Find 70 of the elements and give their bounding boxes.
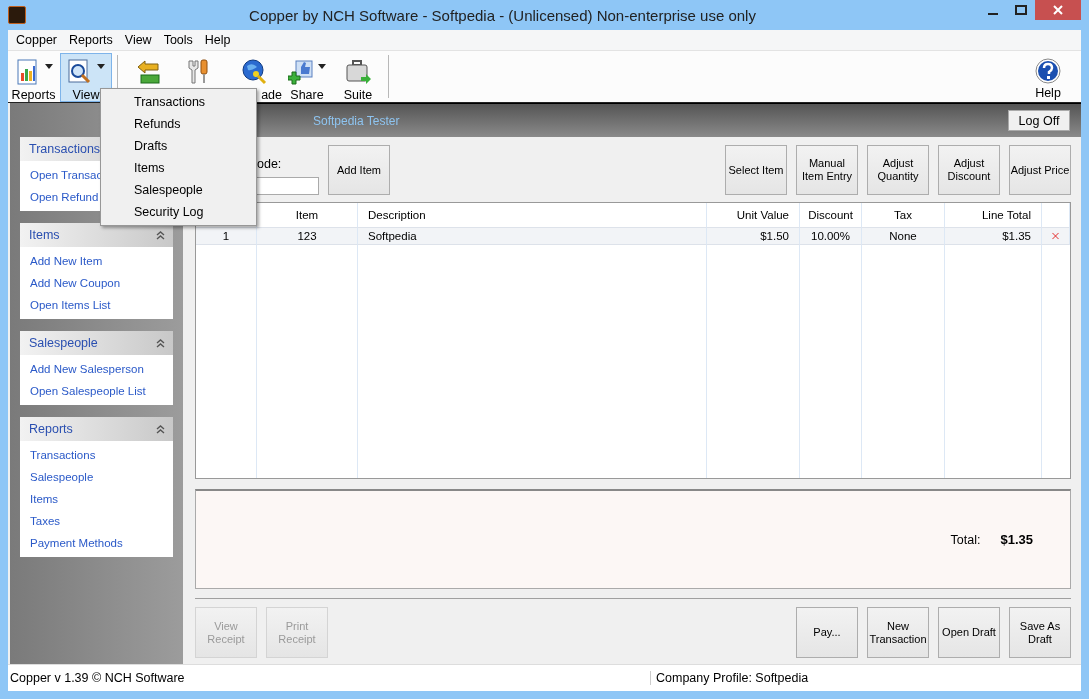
menu-option[interactable]: Salespeople	[101, 179, 256, 201]
sidebar-link[interactable]: Add New Salesperson	[30, 361, 163, 377]
wrench-screwdriver-icon	[185, 58, 211, 86]
app-icon	[8, 6, 26, 24]
toolbar-button[interactable]: Reports	[10, 53, 57, 102]
menu-item[interactable]: Reports	[63, 33, 119, 47]
menu-item[interactable]: Tools	[157, 33, 199, 47]
panel-title: Transactions	[29, 142, 101, 156]
toolbar-button[interactable]: Suite	[333, 53, 383, 102]
action-button[interactable]: Manual Item Entry	[796, 145, 858, 195]
footer-button[interactable]: New Transaction	[867, 607, 929, 658]
minimize-icon	[988, 12, 998, 15]
sidebar-link[interactable]: Open Salespeople List	[30, 383, 163, 399]
maximize-icon	[1015, 5, 1027, 15]
sidebar-link[interactable]: Open Items List	[30, 297, 163, 313]
panel-title: Items	[29, 228, 60, 242]
sidebar-link[interactable]: Add New Item	[30, 253, 163, 269]
sidebar-link[interactable]: Payment Methods	[30, 535, 163, 551]
sidebar-link[interactable]: Transactions	[30, 447, 163, 463]
status-text: Company Profile: Softpedia	[655, 671, 810, 685]
menu-option[interactable]: Refunds	[101, 113, 256, 135]
action-button[interactable]: Adjust Price	[1009, 145, 1071, 195]
table-cell: 10.00%	[800, 227, 862, 245]
panel-title: Salespeople	[29, 336, 98, 350]
footer-button[interactable]: Open Draft	[938, 607, 1000, 658]
close-icon	[1053, 5, 1063, 15]
sidebar-link[interactable]: Items	[30, 491, 163, 507]
action-button[interactable]: Select Item	[725, 145, 787, 195]
total-label: Total:	[950, 532, 981, 547]
panel-header[interactable]: Reports	[20, 417, 173, 441]
money-arrow-icon	[136, 58, 162, 86]
table-cell: $1.50	[707, 227, 800, 245]
caret-icon	[44, 64, 53, 69]
log-off-button[interactable]: Log Off	[1008, 110, 1070, 131]
sidebar-link[interactable]: Taxes	[30, 513, 163, 529]
globe-key-icon	[239, 58, 268, 86]
user-name: Softpedia Tester	[313, 113, 400, 128]
panel-title: Reports	[29, 422, 73, 436]
total-value: $1.35	[1000, 532, 1033, 547]
panel-header[interactable]: Items	[20, 223, 173, 247]
table-cell: 123	[257, 227, 358, 245]
table-cell: Softpedia	[358, 227, 707, 245]
status-text: Copper v 1.39 © NCH Software	[8, 671, 651, 685]
sidebar-link[interactable]: Add New Coupon	[30, 275, 163, 291]
action-button[interactable]: Adjust Quantity	[867, 145, 929, 195]
thumbs-up-plus-icon	[288, 58, 314, 86]
document-search-icon	[67, 58, 93, 86]
help-button[interactable]: Help	[1023, 53, 1073, 102]
toolbar-button[interactable]: View	[60, 53, 112, 102]
close-button[interactable]	[1035, 0, 1081, 20]
menu-item[interactable]: View	[118, 33, 158, 47]
action-button[interactable]: Adjust Discount	[938, 145, 1000, 195]
footer-button[interactable]: Save As Draft	[1009, 607, 1071, 658]
help-icon	[1035, 58, 1061, 84]
table-cell: 1	[196, 227, 257, 245]
sidebar-link[interactable]: Salespeople	[30, 469, 163, 485]
panel-header[interactable]: Salespeople	[20, 331, 173, 355]
add-item-button[interactable]: Add Item	[328, 145, 390, 195]
caret-icon	[97, 64, 105, 69]
table-cell: $1.35	[945, 227, 1042, 245]
menu-item[interactable]: Help	[198, 33, 237, 47]
toolbar-button[interactable]: Share	[284, 53, 330, 102]
footer-button[interactable]: Pay...	[796, 607, 858, 658]
briefcase-icon	[344, 58, 372, 86]
window-title: Copper by NCH Software - Softpedia - (Unlicensed) Non-enterprise use only	[248, 6, 757, 24]
table-cell: None	[862, 227, 945, 245]
barcode-label: ode:	[257, 157, 283, 171]
menu-option[interactable]: Security Log	[101, 201, 256, 223]
caret-icon	[318, 64, 326, 69]
menu-item[interactable]: Copper	[10, 33, 63, 47]
